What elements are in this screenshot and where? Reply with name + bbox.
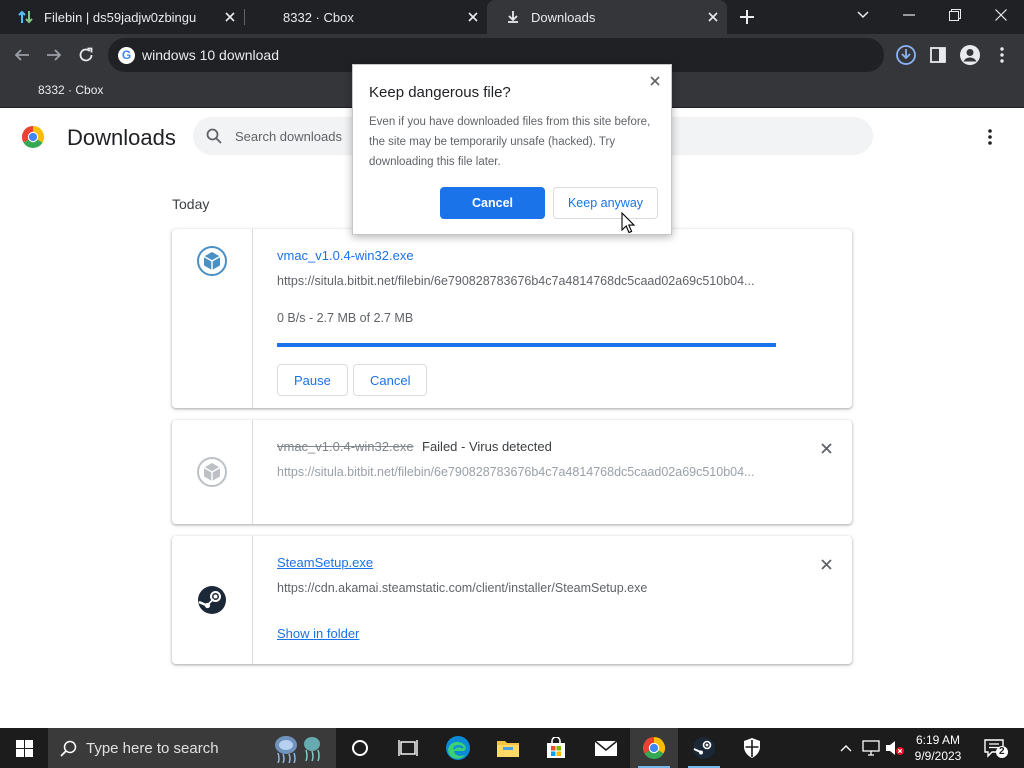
taskbar-search-box[interactable]: Type here to search <box>48 728 336 768</box>
clock-date: 9/9/2023 <box>914 749 962 763</box>
close-tab-icon[interactable] <box>465 9 481 25</box>
executable-file-icon <box>197 457 227 487</box>
bookmark-cbox[interactable]: 8332 · Cbox <box>38 83 103 97</box>
remove-item-icon[interactable] <box>818 440 834 456</box>
volume-muted-icon[interactable] <box>884 728 906 768</box>
show-hidden-icons-chevron-icon[interactable] <box>836 728 856 768</box>
windows-start-button[interactable] <box>0 728 48 768</box>
minimize-button[interactable] <box>886 0 932 30</box>
download-item: vmac_v1.0.4-win32.exe https://situla.bit… <box>172 229 852 408</box>
tab-title: Filebin | ds59jadjw0zbingu <box>44 9 197 25</box>
notifications-icon[interactable]: 2 <box>978 728 1014 768</box>
mouse-cursor-icon <box>621 212 635 234</box>
chrome-taskbar-icon[interactable] <box>630 728 678 768</box>
steam-taskbar-icon[interactable] <box>680 728 728 768</box>
profile-avatar-icon[interactable] <box>958 43 982 67</box>
tab-title: Downloads <box>531 9 596 25</box>
browser-menu-icon[interactable] <box>990 43 1014 67</box>
keep-anyway-button[interactable]: Keep anyway <box>553 187 658 219</box>
notification-count-badge: 2 <box>999 746 1005 757</box>
steam-file-icon <box>198 586 226 614</box>
cortana-icon[interactable] <box>336 728 384 768</box>
network-icon[interactable] <box>860 728 882 768</box>
security-shield-icon[interactable] <box>728 728 776 768</box>
download-item: SteamSetup.exe https://cdn.akamai.steams… <box>172 536 852 664</box>
dialog-cancel-button[interactable]: Cancel <box>440 187 545 219</box>
search-icon <box>206 128 222 144</box>
tab-title: 8332 · Cbox <box>283 9 354 25</box>
download-progress-bar <box>277 343 776 347</box>
section-date-label: Today <box>172 196 210 212</box>
file-name: vmac_v1.0.4-win32.exe <box>277 439 414 454</box>
taskbar-clock[interactable]: 6:19 AM 9/9/2023 <box>906 732 970 764</box>
download-icon <box>505 9 521 25</box>
close-tab-icon[interactable] <box>705 9 721 25</box>
file-url[interactable]: https://cdn.akamai.steamstatic.com/clien… <box>277 581 777 595</box>
windows-taskbar: Type here to search 6:19 AM 9/9/2023 2 <box>0 728 1024 768</box>
back-button[interactable] <box>9 42 35 68</box>
download-failed-status: Failed - Virus detected <box>422 439 552 454</box>
file-url[interactable]: https://situla.bitbit.net/filebin/6e7908… <box>277 465 777 479</box>
more-actions-icon[interactable] <box>980 125 1000 149</box>
task-view-icon[interactable] <box>384 728 432 768</box>
dialog-message: Even if you have downloaded files from t… <box>369 116 651 168</box>
download-status: 0 B/s - 2.7 MB of 2.7 MB <box>277 311 414 325</box>
dialog-title: Keep dangerous file? <box>369 84 511 101</box>
pause-button[interactable]: Pause <box>277 364 348 396</box>
show-in-folder-link[interactable]: Show in folder <box>277 626 359 641</box>
close-window-button[interactable] <box>978 0 1024 30</box>
restore-button[interactable] <box>932 0 978 30</box>
mail-icon[interactable] <box>582 728 630 768</box>
file-name-link[interactable]: vmac_v1.0.4-win32.exe <box>277 248 414 263</box>
forward-button[interactable] <box>41 42 67 68</box>
taskbar-search-text: Type here to search <box>86 739 219 757</box>
file-name-link[interactable]: SteamSetup.exe <box>277 555 373 570</box>
jellyfish-search-highlight-icon <box>275 736 320 763</box>
windows-logo-icon <box>15 739 33 757</box>
remove-item-icon[interactable] <box>818 556 834 572</box>
tab-search-chevron-icon[interactable] <box>840 0 886 30</box>
downloads-toolbar-icon[interactable] <box>894 43 918 67</box>
address-text: windows 10 download <box>142 47 279 63</box>
file-url[interactable]: https://situla.bitbit.net/filebin/6e7908… <box>277 274 777 288</box>
taskbar-search-icon <box>60 740 77 757</box>
executable-file-icon <box>197 246 227 276</box>
new-tab-button[interactable] <box>737 7 757 27</box>
reload-button[interactable] <box>73 42 99 68</box>
edge-icon[interactable] <box>434 728 482 768</box>
download-item: vmac_v1.0.4-win32.exe Failed - Virus det… <box>172 420 852 524</box>
tab-downloads[interactable]: Downloads <box>487 0 727 34</box>
progress-fill <box>277 343 776 347</box>
file-explorer-icon[interactable] <box>484 728 532 768</box>
filebin-arrows-icon <box>18 9 34 25</box>
close-tab-icon[interactable] <box>222 9 238 25</box>
side-panel-icon[interactable] <box>926 43 950 67</box>
keep-dangerous-file-dialog: Keep dangerous file? Even if you have do… <box>352 64 672 235</box>
close-dialog-icon[interactable] <box>647 73 663 89</box>
page-title: Downloads <box>67 125 176 150</box>
cancel-download-button[interactable]: Cancel <box>353 364 428 396</box>
chrome-logo-icon <box>21 126 45 149</box>
store-icon[interactable] <box>532 728 580 768</box>
google-icon: G <box>118 46 135 64</box>
tab-strip: Filebin | ds59jadjw0zbingu 8332 · Cbox D… <box>0 0 1024 34</box>
tab-filebin[interactable]: Filebin | ds59jadjw0zbingu <box>0 0 244 34</box>
tab-cbox[interactable]: 8332 · Cbox <box>245 0 487 34</box>
clock-time: 6:19 AM <box>915 733 961 747</box>
